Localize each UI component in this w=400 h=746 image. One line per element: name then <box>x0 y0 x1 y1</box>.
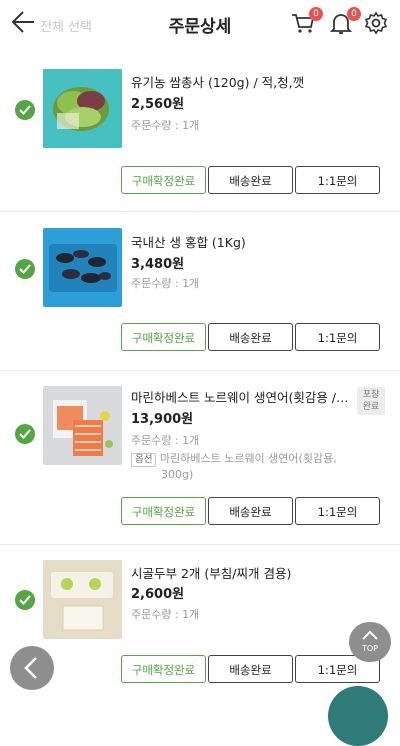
product-name[interactable]: 시골두부 2개 (부침/찌개 겸용) <box>131 563 351 582</box>
purchase-confirmed-button[interactable]: 구매확정완료 <box>121 497 206 525</box>
product-image[interactable] <box>43 386 122 465</box>
option-text: 마린하베스트 노르웨이 생연어(횟감용, <box>159 452 337 465</box>
check-icon[interactable] <box>15 259 35 279</box>
check-icon[interactable] <box>15 100 35 120</box>
product-image[interactable] <box>43 69 122 148</box>
floating-action-button[interactable] <box>328 686 388 746</box>
product-name[interactable]: 유기농 쌈총사 (120g) / 적,청,깻 <box>131 72 351 91</box>
packed-status-badge: 포장 완료 <box>357 387 385 415</box>
chevron-up-icon <box>362 630 378 640</box>
product-image[interactable] <box>43 228 122 307</box>
option-text-cont: 300g) <box>161 468 194 481</box>
product-price: 3,480원 <box>131 257 185 272</box>
product-image[interactable] <box>43 560 122 639</box>
go-back-button[interactable] <box>10 646 54 690</box>
header: 전체 선택 주문상세 0 0 <box>0 0 400 46</box>
product-price: 2,560원 <box>131 97 185 112</box>
cart-icon[interactable]: 0 <box>290 7 323 38</box>
back-arrow-icon[interactable] <box>10 9 36 35</box>
order-quantity: 주문수량 : 1개 <box>131 277 200 290</box>
cart-count-badge: 0 <box>309 7 323 21</box>
inquiry-button[interactable]: 1:1문의 <box>295 497 380 525</box>
option-label: 옵션 <box>131 453 157 467</box>
order-item: 국내산 생 홍합 (1Kg) 3,480원 주문수량 : 1개 구매확정완료 배… <box>0 212 400 371</box>
delivery-complete-button[interactable]: 배송완료 <box>208 497 293 525</box>
check-icon[interactable] <box>15 590 35 610</box>
packed-label-line1: 포장 <box>362 390 380 400</box>
order-quantity: 주문수량 : 1개 <box>131 119 200 132</box>
purchase-confirmed-button[interactable]: 구매확정완료 <box>121 323 206 351</box>
order-item: 시골두부 2개 (부침/찌개 겸용) 2,600원 주문수량 : 1개 구매확정… <box>0 545 400 704</box>
option-info: 옵션 마린하베스트 노르웨이 생연어(횟감용, 300g) <box>131 451 337 482</box>
top-label: TOP <box>361 644 378 653</box>
purchase-confirmed-button[interactable]: 구매확정완료 <box>121 655 206 683</box>
purchase-confirmed-button[interactable]: 구매확정완료 <box>121 166 206 194</box>
inquiry-button[interactable]: 1:1문의 <box>295 166 380 194</box>
product-name[interactable]: 국내산 생 홍합 (1Kg) <box>131 232 351 251</box>
product-price: 2,600원 <box>131 587 185 602</box>
product-price: 13,900원 <box>131 412 194 427</box>
order-quantity: 주문수량 : 1개 <box>131 434 200 447</box>
inquiry-button[interactable]: 1:1문의 <box>295 323 380 351</box>
delivery-complete-button[interactable]: 배송완료 <box>208 655 293 683</box>
notification-count-badge: 0 <box>347 7 361 21</box>
gear-icon[interactable] <box>363 10 391 38</box>
order-item: 유기농 쌈총사 (120g) / 적,청,깻 2,560원 주문수량 : 1개 … <box>0 55 400 212</box>
delivery-complete-button[interactable]: 배송완료 <box>208 323 293 351</box>
select-all-label[interactable]: 전체 선택 <box>40 16 92 35</box>
scroll-top-button[interactable]: TOP <box>349 622 391 662</box>
product-name[interactable]: 마린하베스트 노르웨이 생연어(횟감용 / … <box>131 387 351 406</box>
delivery-complete-button[interactable]: 배송완료 <box>208 166 293 194</box>
check-icon[interactable] <box>15 424 35 444</box>
bell-icon[interactable]: 0 <box>328 7 361 38</box>
order-quantity: 주문수량 : 1개 <box>131 608 200 621</box>
chevron-left-icon <box>24 657 37 679</box>
packed-label-line2: 완료 <box>362 402 380 412</box>
order-item: 마린하베스트 노르웨이 생연어(횟감용 / … 포장 완료 13,900원 주문… <box>0 371 400 545</box>
